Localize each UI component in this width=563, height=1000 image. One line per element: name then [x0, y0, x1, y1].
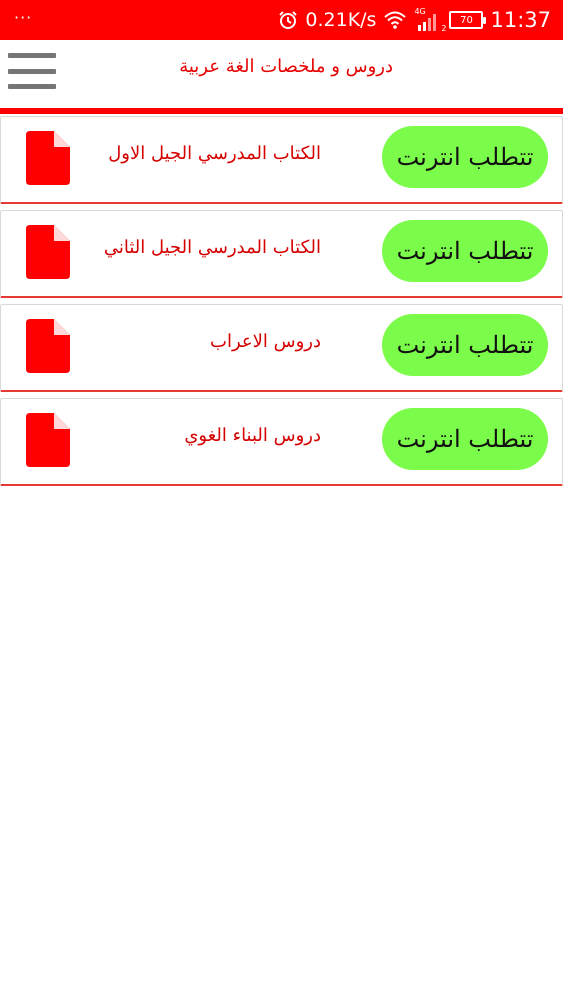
hamburger-menu-icon[interactable] — [8, 53, 56, 89]
notification-dots: ··· — [14, 7, 33, 27]
app-bar: دروس و ملخصات الغة عربية — [0, 40, 563, 108]
alarm-icon — [279, 11, 298, 29]
sim-label: 2 — [441, 24, 447, 33]
pdf-file-icon — [26, 225, 70, 279]
battery-level: 70 — [460, 14, 473, 26]
list-item[interactable]: دروس البناء الغوي تتطلب انترنت — [0, 398, 563, 486]
wifi-icon — [384, 11, 407, 29]
pdf-file-icon — [26, 319, 70, 373]
net-speed: 0.21K/s — [305, 9, 377, 31]
item-title: الكتاب المدرسي الجيل الثاني — [103, 237, 321, 258]
requires-internet-button[interactable]: تتطلب انترنت — [382, 314, 548, 376]
clock: 11:37 — [490, 8, 551, 32]
app-bar-divider — [0, 108, 563, 114]
pdf-file-icon — [26, 413, 70, 467]
status-icons: 0.21K/s 4G 2 70 11:37 — [278, 7, 551, 33]
status-bar: ··· 0.21K/s 4G 2 70 11:37 — [0, 0, 563, 40]
signal-icon: 4G 2 — [414, 7, 446, 33]
list-item[interactable]: الكتاب المدرسي الجيل الثاني تتطلب انترنت — [0, 210, 563, 298]
page-title: دروس و ملخصات الغة عربية — [179, 56, 393, 77]
lesson-list: الكتاب المدرسي الجيل الاول تتطلب انترنت … — [0, 116, 563, 492]
item-title: الكتاب المدرسي الجيل الاول — [108, 143, 321, 164]
requires-internet-button[interactable]: تتطلب انترنت — [382, 126, 548, 188]
battery-icon: 70 — [449, 11, 487, 29]
requires-internet-button[interactable]: تتطلب انترنت — [382, 220, 548, 282]
item-title: دروس البناء الغوي — [184, 425, 321, 446]
list-item[interactable]: دروس الاعراب تتطلب انترنت — [0, 304, 563, 392]
pdf-file-icon — [26, 131, 70, 185]
list-item[interactable]: الكتاب المدرسي الجيل الاول تتطلب انترنت — [0, 116, 563, 204]
requires-internet-button[interactable]: تتطلب انترنت — [382, 408, 548, 470]
item-title: دروس الاعراب — [210, 331, 321, 352]
